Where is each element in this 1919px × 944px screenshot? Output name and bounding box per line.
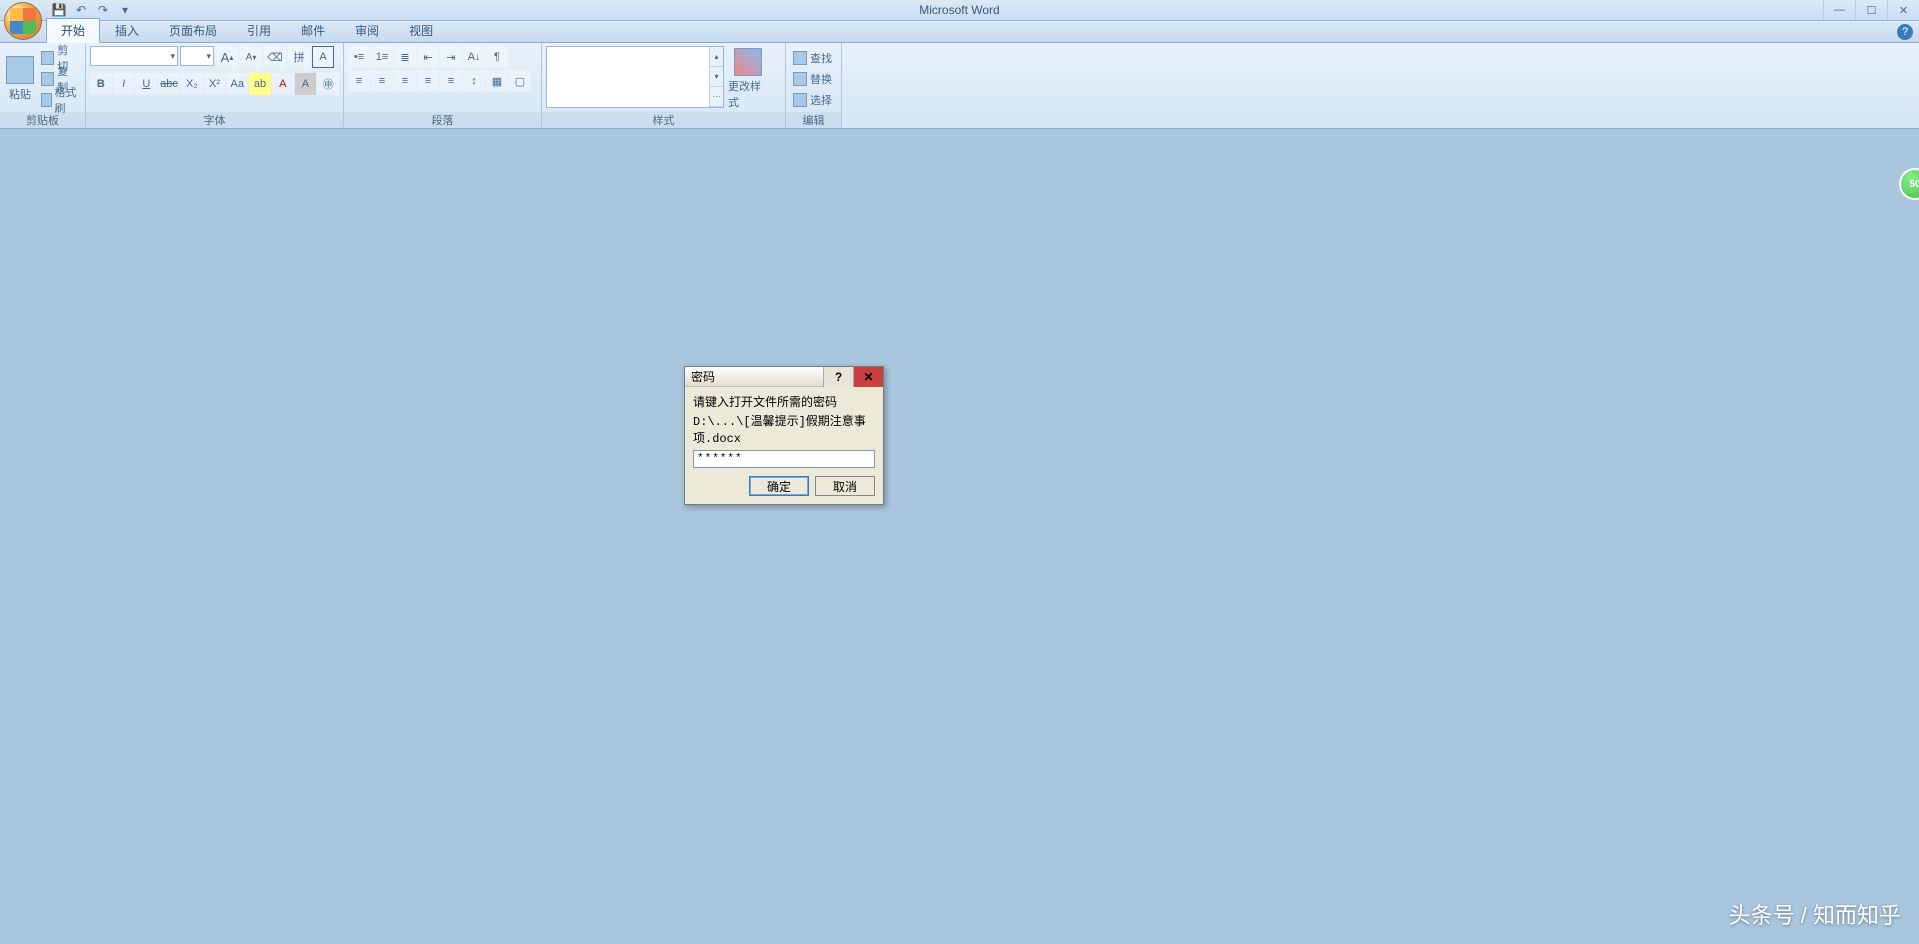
- ribbon-tabstrip: 开始 插入 页面布局 引用 邮件 审阅 视图 ?: [0, 21, 1919, 43]
- change-styles-button[interactable]: 更改样式: [726, 46, 770, 112]
- font-size-combo[interactable]: [180, 46, 214, 66]
- italic-button[interactable]: I: [113, 73, 135, 95]
- password-dialog: 密码 ? ✕ 请键入打开文件所需的密码 D:\...\[温馨提示]假期注意事项.…: [684, 366, 884, 505]
- decrease-indent-button[interactable]: ⇤: [417, 46, 439, 68]
- strikethrough-button[interactable]: abc: [158, 73, 180, 95]
- paste-icon: [6, 56, 34, 84]
- tab-mailings[interactable]: 邮件: [286, 18, 340, 42]
- cancel-button[interactable]: 取消: [815, 476, 875, 496]
- group-editing: 查找 替换 选择 编辑: [786, 43, 842, 128]
- borders-button[interactable]: ▢: [509, 70, 531, 92]
- grow-font-button[interactable]: A▴: [216, 46, 238, 68]
- distribute-button[interactable]: ≡: [440, 70, 462, 92]
- phonetic-guide-button[interactable]: 拼: [288, 46, 310, 68]
- document-area: [0, 129, 1919, 944]
- bullets-button[interactable]: •≡: [348, 46, 370, 68]
- brush-icon: [41, 93, 52, 107]
- select-button[interactable]: 选择: [790, 90, 835, 110]
- app-title: Microsoft Word: [919, 3, 999, 17]
- line-spacing-button[interactable]: ↕: [463, 70, 485, 92]
- align-center-button[interactable]: ≡: [371, 70, 393, 92]
- find-button[interactable]: 查找: [790, 48, 835, 68]
- font-name-combo[interactable]: [90, 46, 178, 66]
- group-paragraph: •≡ 1≡ ≣ ⇤ ⇥ A↓ ¶ ≡ ≡ ≡ ≡ ≡ ↕ ▦ ▢ 段落: [344, 43, 542, 128]
- gallery-more-icon[interactable]: ⋯: [710, 87, 723, 107]
- font-color-button[interactable]: A: [272, 73, 294, 95]
- change-case-button[interactable]: Aa: [226, 73, 248, 95]
- justify-button[interactable]: ≡: [417, 70, 439, 92]
- minimize-button[interactable]: —: [1823, 0, 1855, 20]
- window-controls: — ☐ ✕: [1823, 0, 1919, 20]
- quick-access-toolbar: 💾 ↶ ↷ ▾: [50, 1, 134, 19]
- clear-format-button[interactable]: ⌫: [264, 46, 286, 68]
- dialog-file-path: D:\...\[温馨提示]假期注意事项.docx: [693, 412, 875, 446]
- copy-icon: [41, 72, 54, 86]
- password-input[interactable]: [693, 450, 875, 468]
- tab-pagelayout[interactable]: 页面布局: [154, 18, 232, 42]
- gallery-down-icon[interactable]: ▾: [710, 67, 723, 87]
- office-logo-icon: [10, 8, 36, 34]
- group-label-paragraph: 段落: [344, 112, 541, 128]
- ok-button[interactable]: 确定: [749, 476, 809, 496]
- qat-customize-icon[interactable]: ▾: [116, 1, 134, 19]
- tab-review[interactable]: 审阅: [340, 18, 394, 42]
- replace-button[interactable]: 替换: [790, 69, 835, 89]
- replace-icon: [793, 72, 807, 86]
- group-label-clipboard: 剪贴板: [0, 112, 85, 128]
- align-right-button[interactable]: ≡: [394, 70, 416, 92]
- tab-insert[interactable]: 插入: [100, 18, 154, 42]
- group-label-font: 字体: [86, 112, 343, 128]
- watermark-text: 头条号 / 知而知乎: [1729, 898, 1901, 930]
- char-border-button[interactable]: A: [312, 46, 334, 68]
- office-button[interactable]: [4, 2, 42, 40]
- change-styles-icon: [734, 48, 762, 76]
- group-font: A▴ A▾ ⌫ 拼 A B I U abc X₂ X² Aa ab A A ㊥ …: [86, 43, 344, 128]
- gallery-scroll: ▴ ▾ ⋯: [709, 47, 723, 107]
- increase-indent-button[interactable]: ⇥: [440, 46, 462, 68]
- change-styles-label: 更改样式: [728, 78, 768, 110]
- char-shading-button[interactable]: A: [295, 73, 317, 95]
- undo-icon[interactable]: ↶: [72, 1, 90, 19]
- help-icon[interactable]: ?: [1897, 24, 1913, 40]
- cut-icon: [41, 51, 54, 65]
- enclose-char-button[interactable]: ㊥: [317, 73, 339, 95]
- select-icon: [793, 93, 807, 107]
- gallery-up-icon[interactable]: ▴: [710, 47, 723, 67]
- dialog-close-button[interactable]: ✕: [853, 367, 883, 387]
- group-clipboard: 粘贴 剪切 复制 格式刷 剪贴板: [0, 43, 86, 128]
- redo-icon[interactable]: ↷: [94, 1, 112, 19]
- paste-button[interactable]: 粘贴: [4, 46, 36, 112]
- group-label-styles: 样式: [542, 112, 785, 128]
- dialog-title: 密码: [691, 368, 715, 385]
- tab-view[interactable]: 视图: [394, 18, 448, 42]
- paste-label: 粘贴: [9, 86, 31, 102]
- multilevel-list-button[interactable]: ≣: [394, 46, 416, 68]
- group-label-editing: 编辑: [786, 112, 841, 128]
- bold-button[interactable]: B: [90, 73, 112, 95]
- maximize-button[interactable]: ☐: [1855, 0, 1887, 20]
- tab-references[interactable]: 引用: [232, 18, 286, 42]
- superscript-button[interactable]: X²: [204, 73, 226, 95]
- group-styles: ▴ ▾ ⋯ 更改样式 样式: [542, 43, 786, 128]
- format-painter-button[interactable]: 格式刷: [38, 90, 81, 110]
- ribbon: 粘贴 剪切 复制 格式刷 剪贴板 A▴ A▾ ⌫ 拼 A B I: [0, 43, 1919, 129]
- show-marks-button[interactable]: ¶: [486, 46, 508, 68]
- sort-button[interactable]: A↓: [463, 46, 485, 68]
- find-icon: [793, 51, 807, 65]
- styles-gallery[interactable]: ▴ ▾ ⋯: [546, 46, 724, 108]
- dialog-body: 请键入打开文件所需的密码 D:\...\[温馨提示]假期注意事项.docx 确定…: [685, 387, 883, 504]
- underline-button[interactable]: U: [135, 73, 157, 95]
- dialog-help-button[interactable]: ?: [823, 367, 853, 387]
- highlight-button[interactable]: ab: [249, 73, 271, 95]
- numbering-button[interactable]: 1≡: [371, 46, 393, 68]
- save-icon[interactable]: 💾: [50, 1, 68, 19]
- dialog-title-bar[interactable]: 密码 ? ✕: [685, 367, 883, 387]
- shrink-font-button[interactable]: A▾: [240, 46, 262, 68]
- tab-home[interactable]: 开始: [46, 18, 100, 43]
- align-left-button[interactable]: ≡: [348, 70, 370, 92]
- subscript-button[interactable]: X₂: [181, 73, 203, 95]
- shading-button[interactable]: ▦: [486, 70, 508, 92]
- dialog-message: 请键入打开文件所需的密码: [693, 393, 875, 410]
- close-button[interactable]: ✕: [1887, 0, 1919, 20]
